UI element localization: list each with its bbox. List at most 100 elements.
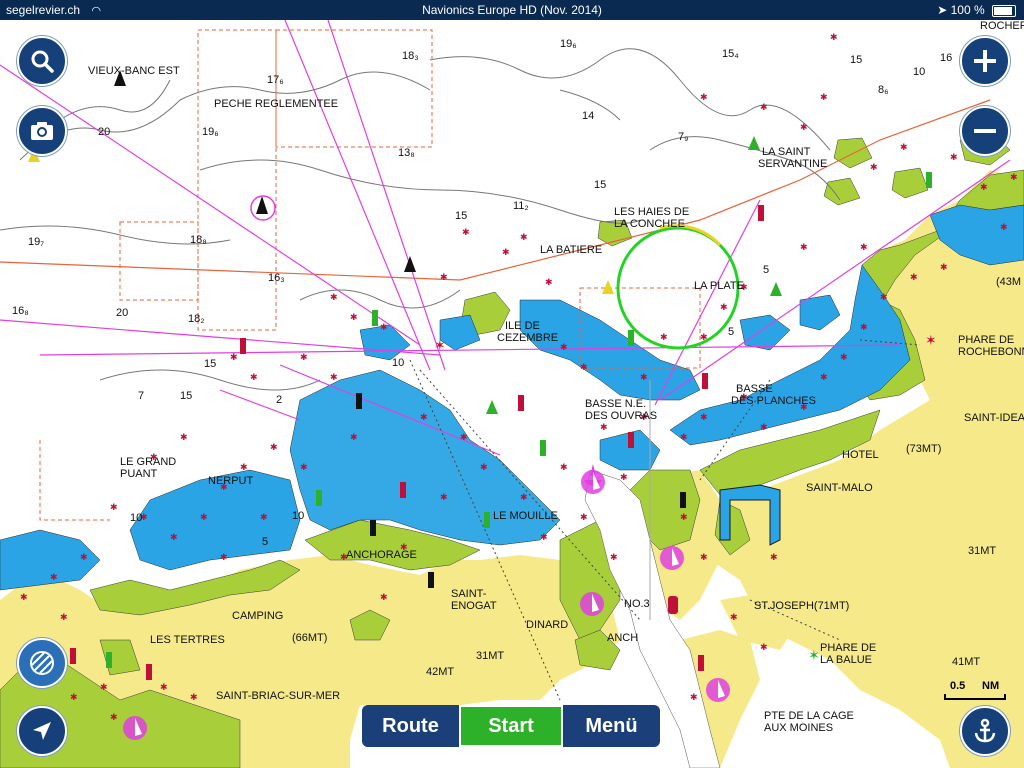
rock-symbol: ✱	[80, 552, 88, 562]
rock-symbol: ✱	[60, 612, 68, 622]
map-label: DINARD	[526, 619, 569, 631]
rock-symbol: ✱	[300, 462, 308, 472]
map-label: 31MT	[476, 650, 505, 662]
depth-sounding: 18₂	[188, 313, 205, 325]
map-label: PTE DE LA CAGE	[764, 710, 854, 722]
rock-symbol: ✱	[110, 712, 118, 722]
scale-line	[944, 694, 1006, 700]
plus-icon	[974, 50, 996, 72]
menu-button[interactable]: Menü	[563, 705, 660, 747]
rock-symbol: ✱	[160, 682, 168, 692]
location-icon: ➤	[937, 3, 948, 17]
depth-sounding: 17₆	[267, 74, 284, 86]
depth-sounding: 14	[582, 110, 595, 122]
rock-symbol: ✱	[502, 247, 510, 257]
map-label: 31MT	[968, 545, 997, 557]
map-label: ROCHEP	[980, 20, 1024, 32]
rock-symbol: ✱	[640, 372, 648, 382]
depth-sounding: 16	[940, 52, 953, 64]
map-label: SAINT-	[451, 588, 487, 600]
map-label: PECHE REGLEMENTEE	[214, 98, 339, 110]
locate-button[interactable]	[17, 706, 67, 756]
depth-sounding: 2	[276, 394, 283, 406]
rock-symbol: ✱	[480, 462, 488, 472]
rock-symbol: ✱	[880, 292, 888, 302]
rock-symbol: ✱	[220, 552, 228, 562]
svg-text:✶: ✶	[808, 647, 820, 663]
depth-sounding: 7₉	[678, 131, 689, 143]
map-label: BASSE N.E.	[585, 398, 647, 410]
depth-sounding: 10	[392, 357, 405, 369]
depth-sounding: 15₄	[722, 48, 739, 60]
battery-icon	[992, 4, 1016, 17]
map-label: LES HAIES DE	[614, 206, 690, 218]
rock-symbol: ✱	[50, 572, 58, 582]
start-button[interactable]: Start	[459, 705, 563, 747]
svg-text:✶: ✶	[925, 332, 937, 348]
zoom-in-button[interactable]	[960, 36, 1010, 86]
zoom-out-button[interactable]	[960, 106, 1010, 156]
map-label: 41MT	[952, 656, 981, 668]
svg-text:✶: ✶	[434, 337, 446, 353]
rock-symbol: ✱	[520, 232, 528, 242]
rock-symbol: ✱	[940, 262, 948, 272]
rock-symbol: ✱	[860, 242, 868, 252]
rock-symbol: ✱	[560, 342, 568, 352]
rock-symbol: ✱	[770, 552, 778, 562]
map-label: LE MOUILLE	[493, 510, 558, 522]
map-label: (66MT)	[292, 632, 328, 644]
rock-symbol: ✱	[730, 612, 738, 622]
rock-symbol: ✱	[1000, 222, 1008, 232]
camera-button[interactable]	[17, 106, 67, 156]
map-label: SAINT-MALO	[806, 482, 873, 494]
map-label: CEZEMBRE	[497, 332, 559, 344]
depth-sounding: 20	[98, 126, 111, 138]
rock-symbol: ✱	[350, 432, 358, 442]
depth-sounding: 5	[763, 264, 770, 276]
rock-symbol: ✱	[600, 422, 608, 432]
map-label: (73MT)	[906, 443, 942, 455]
map-label: LA BATIERE	[540, 244, 603, 256]
rock-symbol: ✱	[330, 292, 338, 302]
map-label: DES PLANCHES	[731, 395, 816, 407]
layers-icon	[30, 651, 54, 675]
search-button[interactable]	[17, 36, 67, 86]
route-button[interactable]: Route	[362, 705, 459, 747]
map-label: CAMPING	[232, 610, 284, 622]
rock-symbol: ✱	[520, 492, 528, 502]
rock-symbol: ✱	[330, 372, 338, 382]
bottom-toolbar: Route Start Menü	[362, 705, 660, 747]
depth-sounding: 10	[130, 512, 143, 524]
rock-symbol: ✱	[170, 532, 178, 542]
rock-symbol: ✱	[20, 592, 28, 602]
depth-sounding: 15	[850, 54, 863, 66]
layers-button[interactable]	[17, 638, 67, 688]
depth-sounding: 5	[728, 326, 735, 338]
map-label: VIEUX-BANC EST	[88, 65, 180, 77]
depth-sounding: 5	[262, 536, 269, 548]
depth-sounding: 15	[594, 179, 607, 191]
rock-symbol: ✱	[660, 332, 668, 342]
map-label: PHARE DE	[820, 642, 877, 654]
rock-symbol: ✱	[380, 322, 388, 332]
map-label: NERPUT	[208, 475, 254, 487]
rock-symbol: ✱	[440, 492, 448, 502]
search-icon	[31, 50, 54, 73]
rock-symbol: ✱	[180, 432, 188, 442]
rock-symbol: ✱	[380, 592, 388, 602]
rock-symbol: ✱	[545, 277, 553, 287]
depth-sounding: 8₆	[878, 84, 889, 96]
battery-percent: 100 %	[950, 3, 985, 17]
map-label: ANCHORAGE	[346, 549, 417, 561]
anchor-icon	[974, 718, 996, 743]
anchor-button[interactable]	[960, 706, 1010, 756]
depth-sounding: 19₆	[560, 38, 577, 50]
rock-symbol: ✱	[300, 352, 308, 362]
depth-sounding: 18₈	[190, 234, 207, 246]
rock-symbol: ✱	[240, 462, 248, 472]
map-label: SAINT-IDEA	[964, 412, 1024, 424]
depth-sounding: 15	[455, 210, 468, 222]
rock-symbol: ✱	[680, 512, 688, 522]
minus-icon	[974, 129, 996, 133]
rock-symbol: ✱	[700, 552, 708, 562]
